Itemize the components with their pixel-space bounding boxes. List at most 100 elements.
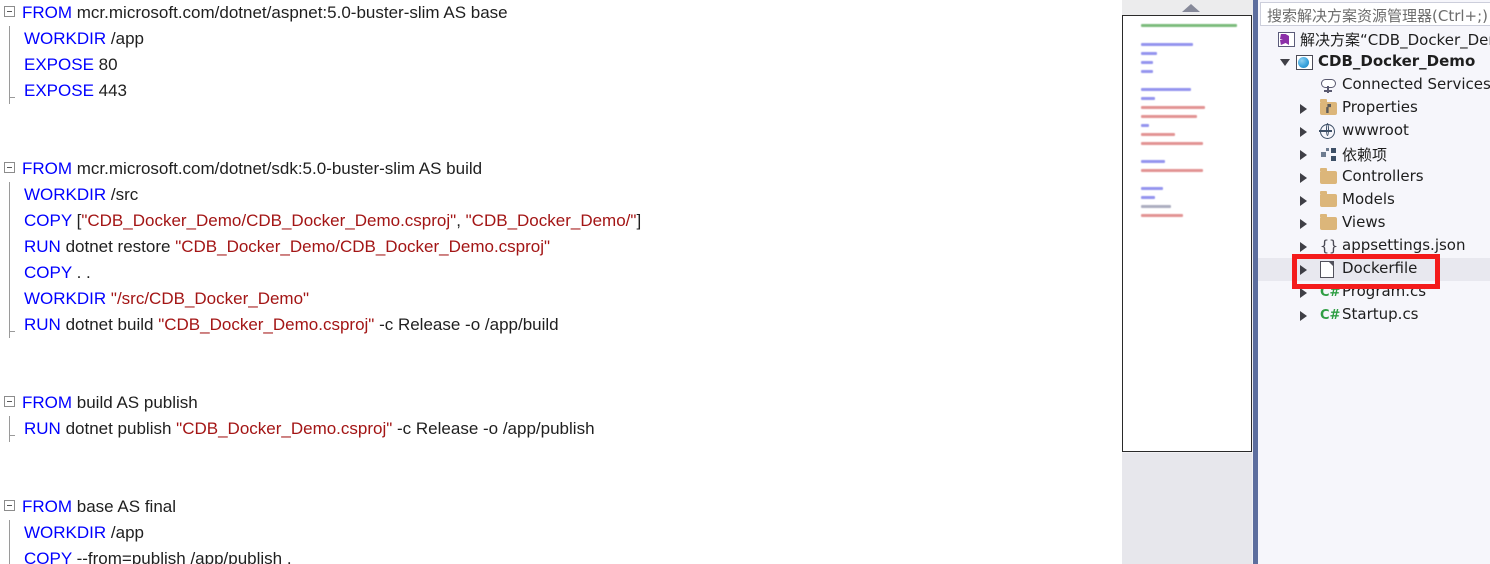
search-input[interactable]: 搜索解决方案资源管理器(Ctrl+;) (1260, 2, 1490, 26)
tree-item-models[interactable]: Models (1258, 189, 1490, 212)
minimap-line (1141, 160, 1165, 163)
code-token: EXPOSE (24, 81, 94, 100)
outline-guide-line (9, 312, 15, 338)
code-text: COPY ["CDB_Docker_Demo/CDB_Docker_Demo.c… (24, 211, 641, 230)
code-token: FROM (22, 159, 73, 178)
tree-item-dockerfile[interactable]: Dockerfile (1258, 258, 1490, 281)
code-line[interactable]: WORKDIR /src (0, 182, 1122, 208)
tree-item-[interactable]: 依赖项 (1258, 143, 1490, 166)
search-placeholder: 搜索解决方案资源管理器(Ctrl+;) (1267, 7, 1489, 25)
code-token: RUN (24, 419, 61, 438)
tree-item-label: Properties (1342, 98, 1418, 116)
code-line[interactable]: FROM mcr.microsoft.com/dotnet/sdk:5.0-bu… (0, 156, 1122, 182)
code-token: dotnet build (60, 315, 159, 334)
solution-tree[interactable]: 解决方案“CDB_Docker_Dem CDB_Docker_Demo Connec… (1258, 28, 1490, 327)
outline-guide-line (9, 416, 15, 442)
minimap-column[interactable] (1122, 0, 1253, 564)
code-text: FROM mcr.microsoft.com/dotnet/sdk:5.0-bu… (22, 159, 482, 178)
chevron-right-icon[interactable] (1300, 173, 1307, 183)
chevron-right-icon[interactable] (1300, 219, 1307, 229)
code-token: "CDB_Docker_Demo.csproj" (158, 315, 375, 334)
code-token: "CDB_Docker_Demo/CDB_Docker_Demo.csproj" (81, 211, 457, 230)
code-line[interactable]: RUN dotnet publish "CDB_Docker_Demo.cspr… (0, 416, 1122, 442)
collapse-toggle-icon[interactable] (4, 6, 15, 17)
code-token: --from=publish /app/publish . (71, 549, 292, 564)
code-token: "CDB_Docker_Demo/CDB_Docker_Demo.csproj" (175, 237, 551, 256)
code-line[interactable]: COPY --from=publish /app/publish . (0, 546, 1122, 564)
code-line[interactable] (0, 338, 1122, 364)
code-line[interactable]: COPY ["CDB_Docker_Demo/CDB_Docker_Demo.c… (0, 208, 1122, 234)
tree-item-label: Startup.cs (1342, 305, 1419, 323)
dependencies-icon (1320, 148, 1338, 162)
code-text: WORKDIR /app (24, 523, 144, 542)
scrollbar-track[interactable] (1122, 453, 1252, 564)
scroll-up-arrow-button[interactable] (1122, 0, 1253, 15)
chevron-right-icon[interactable] (1300, 127, 1307, 137)
code-line[interactable]: WORKDIR /app (0, 26, 1122, 52)
minimap-line (1141, 97, 1155, 100)
outline-guide-line (9, 52, 10, 78)
tree-item-program-cs[interactable]: C# Program.cs (1258, 281, 1490, 304)
code-line[interactable] (0, 364, 1122, 390)
code-line[interactable]: FROM build AS publish (0, 390, 1122, 416)
code-editor[interactable]: FROM mcr.microsoft.com/dotnet/aspnet:5.0… (0, 0, 1122, 564)
code-lines[interactable]: FROM mcr.microsoft.com/dotnet/aspnet:5.0… (0, 0, 1122, 564)
code-token: -c Release -o /app/build (374, 315, 559, 334)
code-token: -c Release -o /app/publish (392, 419, 595, 438)
chevron-right-icon[interactable] (1300, 311, 1307, 321)
code-token: dotnet restore (60, 237, 176, 256)
project-icon (1296, 55, 1313, 70)
code-line[interactable] (0, 130, 1122, 156)
code-line[interactable]: FROM base AS final (0, 494, 1122, 520)
code-line[interactable]: EXPOSE 80 (0, 52, 1122, 78)
tree-item-startup-cs[interactable]: C# Startup.cs (1258, 304, 1490, 327)
code-token: /app (106, 29, 144, 48)
code-token: mcr.microsoft.com/dotnet/aspnet:5.0-bust… (72, 3, 508, 22)
collapse-toggle-icon[interactable] (4, 500, 15, 511)
tree-item-wwwroot[interactable]: wwwroot (1258, 120, 1490, 143)
code-token: WORKDIR (24, 29, 107, 48)
code-line[interactable]: WORKDIR /app (0, 520, 1122, 546)
minimap-line (1141, 187, 1163, 190)
code-token: base AS final (72, 497, 177, 516)
chevron-down-icon[interactable] (1280, 59, 1290, 66)
chevron-right-icon[interactable] (1300, 242, 1307, 252)
folder-icon (1320, 214, 1337, 230)
chevron-right-icon[interactable] (1300, 104, 1307, 114)
chevron-right-icon[interactable] (1300, 150, 1307, 160)
code-line[interactable]: RUN dotnet restore "CDB_Docker_Demo/CDB_… (0, 234, 1122, 260)
folder-icon (1320, 191, 1337, 207)
code-text: FROM mcr.microsoft.com/dotnet/aspnet:5.0… (22, 3, 508, 22)
tree-item-controllers[interactable]: Controllers (1258, 166, 1490, 189)
collapse-toggle-icon[interactable] (4, 396, 15, 407)
tree-item-cdb-docker-demo[interactable]: CDB_Docker_Demo (1258, 51, 1490, 74)
code-token: mcr.microsoft.com/dotnet/sdk:5.0-buster-… (72, 159, 483, 178)
code-token: COPY (24, 263, 72, 282)
code-text: FROM build AS publish (22, 393, 198, 412)
code-line[interactable]: EXPOSE 443 (0, 78, 1122, 104)
collapse-toggle-icon[interactable] (4, 162, 15, 173)
code-line[interactable]: COPY . . (0, 260, 1122, 286)
code-token: FROM (22, 3, 73, 22)
chevron-right-icon[interactable] (1300, 265, 1307, 275)
code-token: [ (71, 211, 82, 230)
code-line[interactable] (0, 104, 1122, 130)
code-line[interactable]: RUN dotnet build "CDB_Docker_Demo.csproj… (0, 312, 1122, 338)
code-line[interactable]: FROM mcr.microsoft.com/dotnet/aspnet:5.0… (0, 0, 1122, 26)
tree-item-connected-services[interactable]: Connected Services (1258, 74, 1490, 97)
outline-guide-line (9, 26, 10, 52)
chevron-right-icon[interactable] (1300, 288, 1307, 298)
code-minimap[interactable] (1122, 15, 1252, 452)
tree-item-properties[interactable]: Properties (1258, 97, 1490, 120)
code-token: build AS publish (72, 393, 198, 412)
code-line[interactable]: WORKDIR "/src/CDB_Docker_Demo" (0, 286, 1122, 312)
minimap-line (1141, 61, 1153, 64)
code-token: EXPOSE (24, 55, 94, 74)
chevron-right-icon[interactable] (1300, 196, 1307, 206)
tree-item-cdb-docker-dem[interactable]: 解决方案“CDB_Docker_Dem (1258, 28, 1490, 51)
code-line[interactable] (0, 442, 1122, 468)
code-line[interactable] (0, 468, 1122, 494)
tree-item-appsettings-json[interactable]: {} appsettings.json (1258, 235, 1490, 258)
tree-item-views[interactable]: Views (1258, 212, 1490, 235)
